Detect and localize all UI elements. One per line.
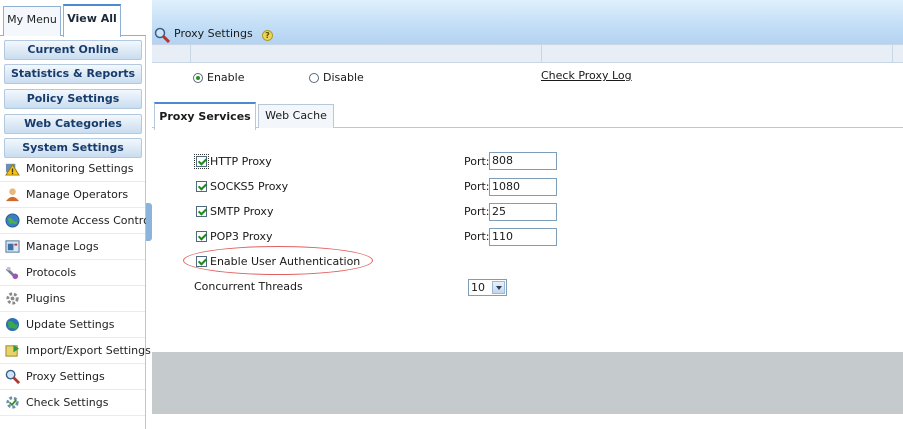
sidebar-item-plugins[interactable]: Plugins — [0, 286, 145, 312]
sidebar-item-remote-access-control[interactable]: Remote Access Control — [0, 208, 153, 234]
user-auth-row[interactable]: Enable User Authentication — [196, 252, 360, 270]
globe-icon — [5, 213, 20, 228]
tab-view-all[interactable]: View All — [63, 4, 121, 37]
help-icon[interactable]: ? — [262, 30, 273, 41]
tab-my-menu[interactable]: My Menu — [3, 6, 61, 36]
pop3-proxy-row[interactable]: POP3 Proxy — [196, 227, 273, 245]
proxy-mode-row: Enable Disable — [152, 68, 903, 90]
socks5-proxy-row[interactable]: SOCKS5 Proxy — [196, 177, 288, 195]
smtp-proxy-row[interactable]: SMTP Proxy — [196, 202, 273, 220]
header-divider — [190, 45, 191, 62]
sidebar-item-manage-operators[interactable]: Manage Operators — [0, 182, 145, 208]
sidebar-item-update-settings[interactable]: Update Settings — [0, 312, 145, 338]
port-label: Port: — [464, 205, 490, 218]
section-statistics-reports[interactable]: Statistics & Reports — [4, 64, 142, 84]
header-bar — [152, 44, 903, 63]
http-proxy-label: HTTP Proxy — [210, 154, 272, 168]
disable-label: Disable — [323, 71, 364, 84]
sidebar-item-import-export-settings[interactable]: Import/Export Settings — [0, 338, 151, 364]
concurrent-threads-select[interactable]: 10 — [468, 279, 507, 296]
section-current-online[interactable]: Current Online — [4, 40, 142, 60]
update-globe-icon — [5, 317, 20, 332]
check-gear-icon — [6, 396, 19, 409]
tab-proxy-services[interactable]: Proxy Services — [154, 102, 256, 130]
pop3-proxy-checkbox[interactable] — [196, 230, 207, 242]
sidebar: My Menu View All Current Online Statisti… — [0, 0, 153, 429]
sidebar-tabs: My Menu View All — [0, 0, 146, 37]
section-system-settings[interactable]: System Settings — [4, 138, 142, 158]
enable-label: Enable — [207, 71, 245, 84]
pop3-proxy-label: POP3 Proxy — [210, 229, 273, 243]
subtab-bar: Proxy Services Web Cache — [152, 100, 903, 130]
sidebar-item-manage-logs[interactable]: Manage Logs — [0, 234, 145, 260]
http-proxy-row[interactable]: HTTP Proxy — [194, 152, 272, 170]
page-title: Proxy Settings — [174, 27, 253, 40]
sidebar-item-protocols[interactable]: Protocols — [0, 260, 145, 286]
user-icon — [5, 188, 20, 202]
enable-radio[interactable]: Enable — [193, 71, 244, 84]
import-export-icon — [5, 344, 20, 357]
smtp-proxy-label: SMTP Proxy — [210, 204, 274, 218]
sidebar-item-label: Check Settings — [26, 396, 109, 409]
port-label: Port: — [464, 180, 490, 193]
radio-dot[interactable] — [309, 72, 319, 83]
pop3-port-input[interactable]: 110 — [489, 228, 557, 246]
socks5-port-input[interactable]: 1080 — [489, 178, 557, 196]
socks5-proxy-checkbox[interactable] — [196, 180, 207, 192]
sidebar-item-check-settings[interactable]: Check Settings — [0, 390, 145, 416]
user-auth-checkbox[interactable] — [196, 255, 207, 267]
sidebar-item-label: Update Settings — [26, 318, 115, 331]
section-policy-settings[interactable]: Policy Settings — [4, 89, 142, 109]
footer-panel — [152, 352, 903, 414]
chevron-down-icon[interactable] — [492, 281, 505, 294]
sidebar-item-label: Protocols — [26, 266, 77, 279]
monitoring-warning-icon — [5, 163, 20, 176]
sidebar-item-label: Import/Export Settings — [26, 344, 151, 357]
socks5-proxy-label: SOCKS5 Proxy — [210, 179, 289, 193]
magnifier-icon — [154, 27, 170, 43]
protocol-icon — [5, 266, 19, 280]
sidebar-item-label: Proxy Settings — [26, 370, 105, 383]
magnifier-icon — [5, 369, 20, 384]
disable-radio[interactable]: Disable — [309, 71, 364, 84]
header-divider — [541, 45, 542, 62]
tab-web-cache[interactable]: Web Cache — [258, 104, 334, 128]
check-proxy-log-link[interactable]: Check Proxy Log — [541, 69, 632, 82]
smtp-proxy-checkbox[interactable] — [196, 205, 207, 217]
sidebar-item-label: Manage Operators — [26, 188, 129, 201]
sidebar-item-label: Remote Access Control — [26, 214, 153, 227]
log-icon — [5, 240, 20, 253]
main-panel: Proxy Settings ? Enable Disable Check Pr… — [152, 0, 903, 429]
concurrent-threads-label: Concurrent Threads — [194, 280, 303, 293]
radio-dot-selected[interactable] — [193, 72, 203, 83]
concurrent-threads-value: 10 — [471, 281, 485, 294]
http-proxy-checkbox[interactable] — [194, 153, 209, 169]
page-header: Proxy Settings ? — [152, 0, 903, 44]
sidebar-item-label: Manage Logs — [26, 240, 99, 253]
sidebar-item-label: Plugins — [26, 292, 66, 305]
plugin-gear-icon — [6, 292, 19, 305]
header-divider — [892, 45, 893, 62]
section-web-categories[interactable]: Web Categories — [4, 114, 142, 134]
sidebar-item-proxy-settings[interactable]: Proxy Settings — [0, 364, 145, 390]
sidebar-item-label: Monitoring Settings — [26, 162, 134, 175]
user-auth-label: Enable User Authentication — [210, 254, 361, 268]
http-port-input[interactable]: 808 — [489, 152, 557, 170]
port-label: Port: — [464, 155, 490, 168]
sidebar-item-monitoring-settings[interactable]: Monitoring Settings — [0, 156, 145, 182]
smtp-port-input[interactable]: 25 — [489, 203, 557, 221]
port-label: Port: — [464, 230, 490, 243]
